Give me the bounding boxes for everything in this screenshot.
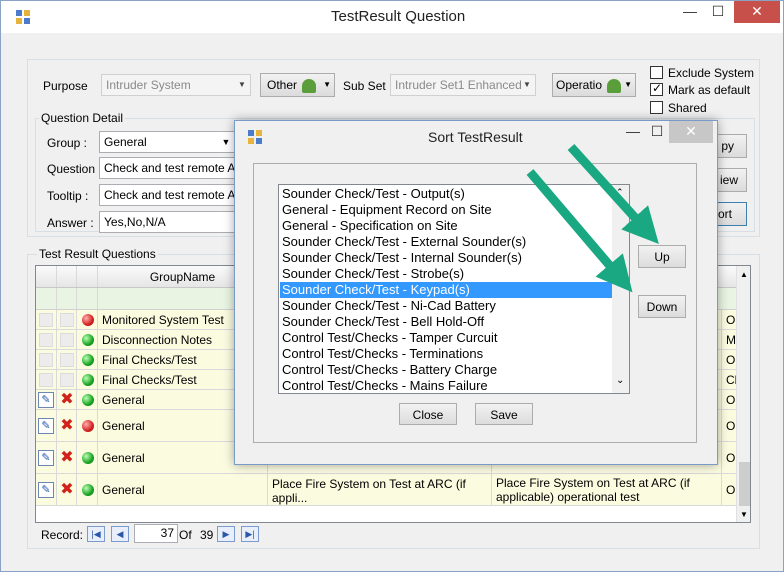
arrow-to-up-button — [567, 143, 659, 245]
annotation-arrows — [526, 143, 659, 293]
